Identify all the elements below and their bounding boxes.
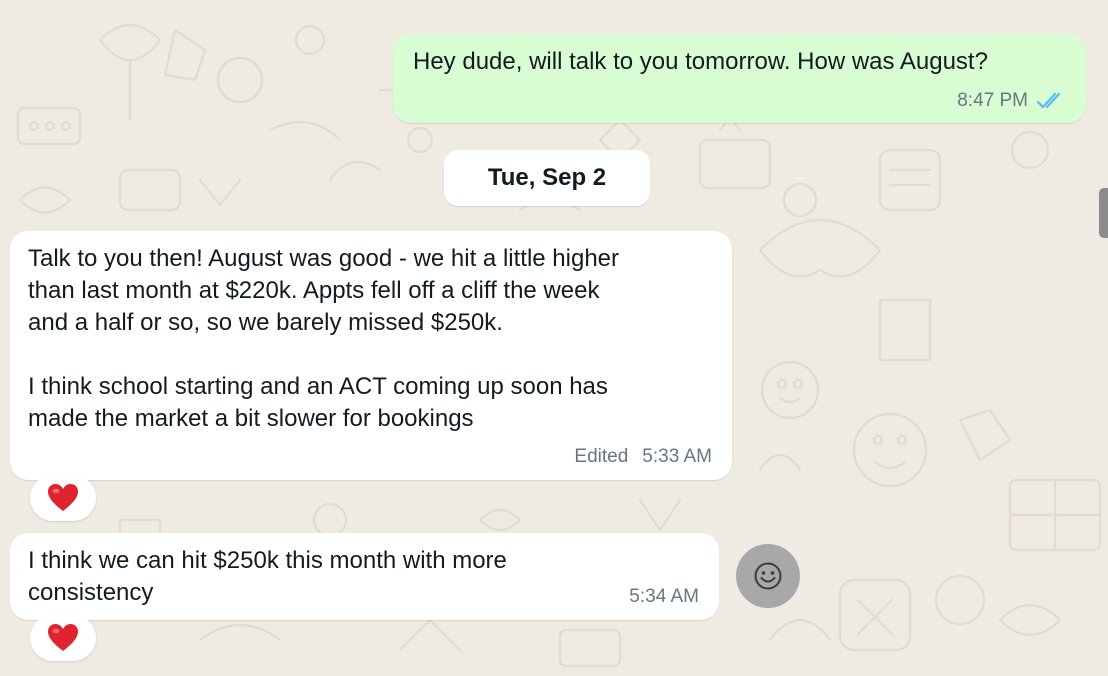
- message-meta: 5:34 AM: [629, 586, 699, 608]
- message-meta: Edited 5:33 AM: [574, 446, 712, 468]
- message-text: Talk to you then! August was good - we h…: [28, 245, 620, 432]
- message-text: I think we can hit $250k this month with…: [28, 547, 507, 606]
- message-time: 5:34 AM: [629, 586, 699, 607]
- scrollbar-thumb[interactable]: [1099, 188, 1108, 238]
- chat-panel: Hey dude, will talk to you tomorrow. How…: [0, 0, 1108, 676]
- edited-label: Edited: [574, 446, 629, 467]
- message-bubble-incoming[interactable]: Talk to you then! August was good - we h…: [10, 231, 732, 480]
- message-time: 5:33 AM: [642, 446, 712, 467]
- message-meta: 8:47 PM: [957, 90, 1066, 112]
- heart-emoji: [48, 624, 78, 651]
- message-time: 8:47 PM: [957, 90, 1028, 111]
- add-reaction-button[interactable]: [736, 544, 800, 608]
- smiley-icon: [754, 562, 782, 590]
- double-check-read-icon: [1036, 91, 1066, 111]
- date-separator: Tue, Sep 2: [444, 150, 650, 206]
- message-bubble-incoming[interactable]: I think we can hit $250k this month with…: [10, 533, 719, 620]
- message-bubble-outgoing[interactable]: Hey dude, will talk to you tomorrow. How…: [393, 34, 1086, 123]
- message-text: Hey dude, will talk to you tomorrow. How…: [413, 48, 988, 75]
- message-reaction[interactable]: [30, 475, 96, 521]
- message-reaction[interactable]: [30, 615, 96, 661]
- heart-emoji: [48, 484, 78, 511]
